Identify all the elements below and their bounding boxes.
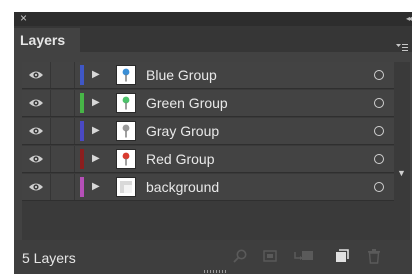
layer-color-bar (80, 121, 84, 141)
layers-list: ▶ Blue Group ▶ Green Group ▶ Gray Group ▶ Red G… (22, 62, 410, 240)
trash-icon[interactable] (366, 248, 382, 264)
column-divider (50, 118, 51, 144)
column-divider (50, 90, 51, 116)
expand-arrow-icon[interactable]: ▶ (92, 180, 100, 194)
expand-arrow-icon[interactable]: ▶ (92, 96, 100, 110)
visibility-eye-icon[interactable] (28, 180, 44, 194)
layer-row[interactable]: ▶ Red Group (22, 146, 410, 173)
layer-name[interactable]: Gray Group (146, 118, 219, 144)
layer-row[interactable]: ▶ Green Group (22, 90, 410, 117)
visibility-eye-icon[interactable] (28, 68, 44, 82)
layer-thumbnail (116, 177, 136, 197)
column-divider (74, 90, 75, 116)
column-divider (74, 174, 75, 200)
target-circle-icon[interactable] (374, 154, 384, 164)
column-divider (50, 174, 51, 200)
collapse-panel-icon[interactable]: ◂◂ (406, 12, 412, 26)
target-circle-icon[interactable] (374, 98, 384, 108)
visibility-eye-icon[interactable] (28, 152, 44, 166)
expand-arrow-icon[interactable]: ▶ (92, 68, 100, 82)
locate-object-icon[interactable] (232, 248, 248, 264)
panel-menu-icon[interactable] (396, 43, 408, 56)
layer-name[interactable]: background (146, 174, 219, 200)
column-divider (74, 146, 75, 172)
resize-grip[interactable] (204, 270, 226, 273)
column-divider (50, 146, 51, 172)
visibility-eye-icon[interactable] (28, 124, 44, 138)
layer-name[interactable]: Blue Group (146, 62, 217, 88)
new-sublayer-icon[interactable] (294, 248, 314, 264)
panel-footer: 5 Layers (14, 240, 412, 274)
visibility-eye-icon[interactable] (28, 96, 44, 110)
layer-row[interactable]: ▶ Blue Group (22, 62, 410, 89)
panel-title-bar[interactable]: × ◂◂ (14, 11, 412, 26)
scrollbar[interactable]: ▼ (394, 62, 410, 240)
layers-panel: × ◂◂ Layers ▶ Blue Group ▶ Green Group ▶ Gray… (14, 11, 412, 274)
target-circle-icon[interactable] (374, 126, 384, 136)
layer-thumbnail (116, 65, 136, 85)
layer-color-bar (80, 149, 84, 169)
column-divider (74, 118, 75, 144)
expand-arrow-icon[interactable]: ▶ (92, 152, 100, 166)
close-icon[interactable]: × (20, 11, 27, 25)
new-layer-icon[interactable] (334, 248, 350, 264)
scroll-down-icon[interactable]: ▼ (397, 168, 406, 178)
layer-color-bar (80, 93, 84, 113)
clipping-mask-icon[interactable] (262, 248, 278, 264)
layer-count: 5 Layers (22, 250, 76, 266)
layer-thumbnail (116, 149, 136, 169)
tab-layers[interactable]: Layers (14, 28, 80, 52)
layer-thumbnail (116, 93, 136, 113)
layer-thumbnail (116, 121, 136, 141)
layer-row[interactable]: ▶ background (22, 174, 410, 201)
layer-color-bar (80, 65, 84, 85)
layer-name[interactable]: Green Group (146, 90, 228, 116)
target-circle-icon[interactable] (374, 182, 384, 192)
tab-bar: Layers (14, 26, 412, 52)
layer-row[interactable]: ▶ Gray Group (22, 118, 410, 145)
target-circle-icon[interactable] (374, 70, 384, 80)
column-divider (50, 62, 51, 88)
layer-color-bar (80, 177, 84, 197)
column-divider (74, 62, 75, 88)
expand-arrow-icon[interactable]: ▶ (92, 124, 100, 138)
layer-name[interactable]: Red Group (146, 146, 214, 172)
